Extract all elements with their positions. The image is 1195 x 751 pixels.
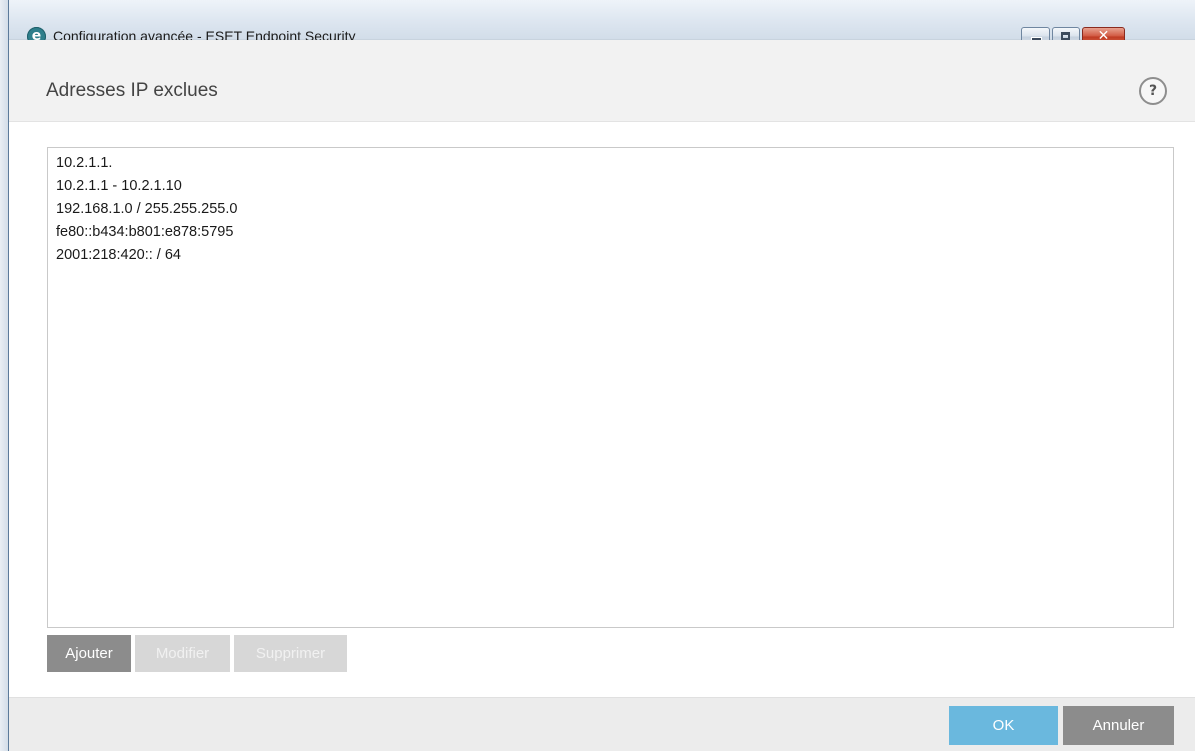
help-icon[interactable]: ? xyxy=(1139,77,1167,105)
delete-button[interactable]: Supprimer xyxy=(234,635,347,672)
list-item[interactable]: 192.168.1.0 / 255.255.255.0 xyxy=(56,198,1173,221)
page-header: Adresses IP exclues ? xyxy=(9,40,1195,122)
maximize-icon xyxy=(1061,32,1070,40)
title-bar[interactable]: e Configuration avancée - ESET Endpoint … xyxy=(9,0,1195,46)
advanced-setup-window: e Configuration avancée - ESET Endpoint … xyxy=(8,0,1195,751)
page-title: Adresses IP exclues xyxy=(46,80,218,101)
list-item[interactable]: 10.2.1.1. xyxy=(56,152,1173,175)
edit-button[interactable]: Modifier xyxy=(135,635,230,672)
ok-button[interactable]: OK xyxy=(949,706,1058,745)
list-item[interactable]: fe80::b434:b801:e878:5795 xyxy=(56,221,1173,244)
add-button[interactable]: Ajouter xyxy=(47,635,131,672)
cancel-button[interactable]: Annuler xyxy=(1063,706,1174,745)
list-item[interactable]: 10.2.1.1 - 10.2.1.10 xyxy=(56,175,1173,198)
dialog-footer: OK Annuler xyxy=(9,697,1195,751)
list-item[interactable]: 2001:218:420:: / 64 xyxy=(56,244,1173,267)
window-border-left xyxy=(0,0,8,751)
excluded-ip-list[interactable]: 10.2.1.1. 10.2.1.1 - 10.2.1.10 192.168.1… xyxy=(47,147,1174,628)
